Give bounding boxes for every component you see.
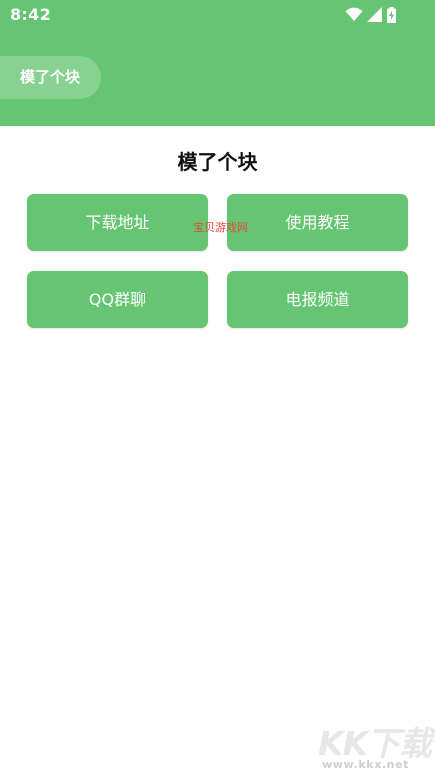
download-address-button[interactable]: 下载地址 (27, 194, 208, 251)
app-header: 8:42 模了个块 (0, 0, 435, 126)
status-icons (345, 7, 405, 23)
qq-group-button[interactable]: QQ群聊 (27, 271, 208, 328)
battery-charging-icon (387, 7, 396, 23)
watermark-logo: KK下载 (318, 724, 432, 763)
watermark-url: www.kkx.net (322, 758, 410, 771)
app-title-chip[interactable]: 模了个块 (0, 56, 101, 99)
status-bar: 8:42 (0, 0, 435, 30)
wifi-icon (345, 7, 363, 22)
cellular-signal-icon (367, 7, 382, 22)
status-time: 8:42 (10, 5, 51, 24)
page-title: 模了个块 (177, 150, 258, 174)
watermark-overlay-text: 宝贝游戏网 (193, 221, 248, 234)
tutorial-button[interactable]: 使用教程 (227, 194, 408, 251)
telegram-channel-button[interactable]: 电报频道 (227, 271, 408, 328)
